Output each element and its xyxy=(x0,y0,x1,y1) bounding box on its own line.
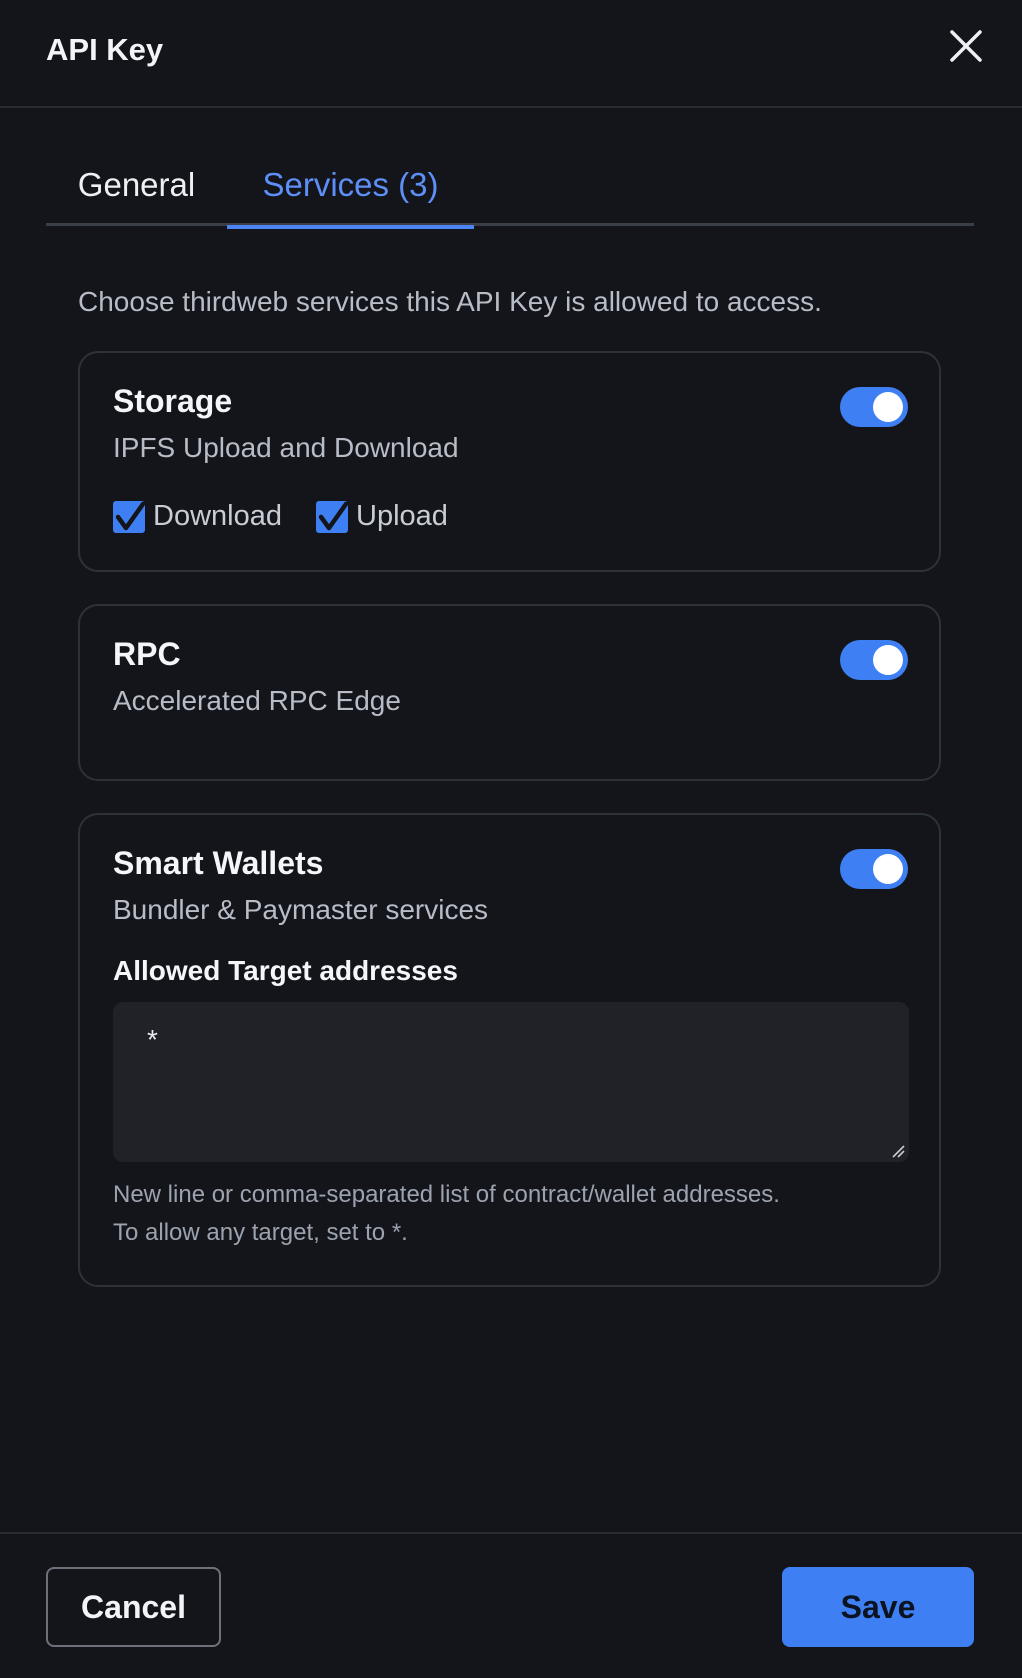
allowed-targets-helper-1: New line or comma-separated list of cont… xyxy=(113,1181,780,1208)
storage-subtitle: IPFS Upload and Download xyxy=(113,432,459,463)
download-label: Download xyxy=(153,500,282,532)
storage-toggle[interactable] xyxy=(840,387,908,427)
upload-label: Upload xyxy=(356,500,448,532)
checkmark-icon xyxy=(318,501,348,530)
service-card-storage: Storage IPFS Upload and Download Downloa… xyxy=(78,351,941,572)
cancel-button[interactable]: Cancel xyxy=(46,1567,221,1647)
services-description: Choose thirdweb services this API Key is… xyxy=(78,286,822,317)
smart-wallets-toggle[interactable] xyxy=(840,849,908,889)
download-checkbox[interactable] xyxy=(113,500,145,533)
rpc-toggle[interactable] xyxy=(840,640,908,680)
save-button[interactable]: Save xyxy=(782,1567,974,1647)
allowed-targets-helper-2: To allow any target, set to *. xyxy=(113,1219,408,1246)
allowed-targets-value: * xyxy=(147,1024,158,1055)
toggle-knob xyxy=(873,854,903,884)
service-card-smart-wallets: Smart Wallets Bundler & Paymaster servic… xyxy=(78,813,941,1287)
rpc-title: RPC xyxy=(113,636,181,672)
close-button[interactable] xyxy=(944,24,988,68)
resize-grip-icon[interactable] xyxy=(891,1144,905,1158)
service-card-rpc: RPC Accelerated RPC Edge xyxy=(78,604,941,781)
dialog-header: API Key xyxy=(0,0,1022,108)
tab-list: General Services (3) xyxy=(46,144,974,229)
smart-wallets-title: Smart Wallets xyxy=(113,845,324,881)
checkmark-icon xyxy=(115,501,145,530)
tab-services[interactable]: Services (3) xyxy=(227,144,474,229)
rpc-subtitle: Accelerated RPC Edge xyxy=(113,685,401,716)
smart-wallets-subtitle: Bundler & Paymaster services xyxy=(113,894,489,925)
upload-checkbox[interactable] xyxy=(316,500,348,533)
upload-checkbox-row[interactable]: Upload xyxy=(316,500,448,533)
allowed-targets-textarea[interactable]: * xyxy=(113,1002,909,1162)
toggle-knob xyxy=(873,392,903,422)
toggle-knob xyxy=(873,645,903,675)
dialog-title: API Key xyxy=(46,32,164,67)
download-checkbox-row[interactable]: Download xyxy=(113,500,282,533)
storage-title: Storage xyxy=(113,383,233,419)
allowed-targets-label: Allowed Target addresses xyxy=(113,955,458,986)
tab-general[interactable]: General xyxy=(46,144,227,226)
dialog-footer: Cancel Save xyxy=(0,1532,1022,1678)
close-icon xyxy=(950,30,982,62)
